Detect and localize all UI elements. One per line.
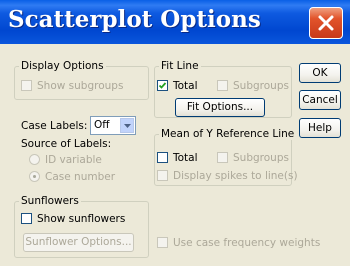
fit-line-subgroups-label: Subgroups [233,80,289,92]
fit-line-total-label: Total [173,80,198,92]
id-variable-radio[interactable] [29,154,40,165]
ok-button[interactable]: OK [299,63,341,83]
case-labels-dropdown[interactable]: Off [90,116,136,135]
source-of-labels-label: Source of Labels: [21,138,112,150]
show-sunflowers-checkbox[interactable] [21,213,32,224]
close-icon [318,15,334,31]
dropdown-arrow[interactable] [120,118,134,133]
close-button[interactable] [309,7,343,39]
mean-y-legend: Mean of Y Reference Line [159,128,297,140]
fit-line-total-checkbox[interactable] [157,80,168,91]
mean-y-subgroups-label: Subgroups [233,152,289,164]
mean-y-total-label: Total [173,152,198,164]
display-options-legend: Display Options [19,60,106,72]
case-number-label: Case number [45,171,116,183]
fit-line-legend: Fit Line [159,60,201,72]
dialog-window: Scatterplot Options Display Options Show… [0,0,350,266]
show-sunflowers-label: Show sunflowers [37,213,126,225]
show-subgroups-checkbox[interactable] [21,80,32,91]
case-labels-value: Off [94,119,110,131]
show-subgroups-label: Show subgroups [37,80,124,92]
mean-y-subgroups-checkbox[interactable] [217,152,228,163]
chevron-down-icon [124,124,131,128]
use-weights-checkbox[interactable] [157,237,168,248]
display-spikes-label: Display spikes to line(s) [173,170,298,182]
display-spikes-checkbox[interactable] [157,170,168,181]
help-button[interactable]: Help [299,118,341,138]
fit-line-subgroups-checkbox[interactable] [217,80,228,91]
case-number-radio[interactable] [29,171,40,182]
check-icon [158,82,167,89]
window-title: Scatterplot Options [8,6,261,33]
mean-y-total-checkbox[interactable] [157,152,168,163]
id-variable-label: ID variable [45,154,102,166]
use-weights-label: Use case frequency weights [173,237,321,249]
cancel-button[interactable]: Cancel [299,90,341,110]
sunflower-options-button[interactable]: Sunflower Options... [23,233,134,252]
sunflowers-legend: Sunflowers [19,195,81,207]
fit-options-button[interactable]: Fit Options... [175,98,265,117]
case-labels-label: Case Labels: [21,120,88,132]
title-bar[interactable]: Scatterplot Options [0,0,350,44]
